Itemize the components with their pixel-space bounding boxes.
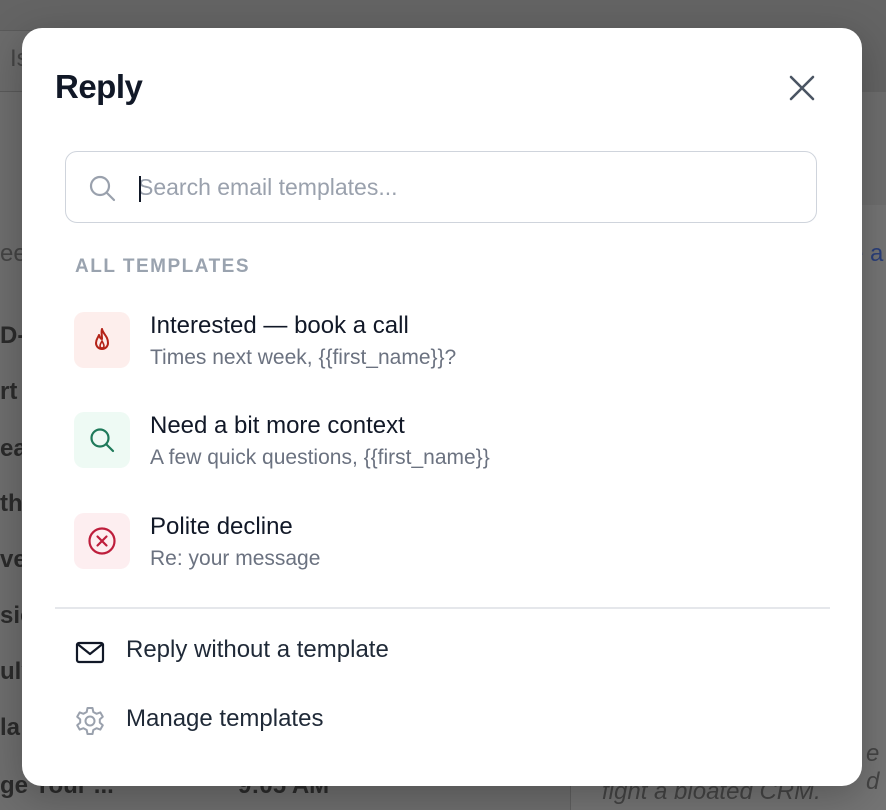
template-title: Interested — book a call — [150, 312, 409, 339]
search-field[interactable] — [65, 151, 817, 223]
modal-title: Reply — [55, 68, 143, 105]
x-circle-icon — [88, 527, 116, 555]
manage-templates-button[interactable]: Manage templates — [62, 695, 822, 747]
template-subtitle: A few quick questions, {{first_name}} — [150, 446, 490, 469]
action-label: Manage templates — [126, 705, 324, 732]
template-icon-container — [74, 513, 130, 569]
reply-modal: Reply ALL TEMPLATES Interested — book a … — [22, 28, 862, 786]
template-icon-container — [74, 312, 130, 368]
text-caret — [139, 176, 141, 202]
gear-icon — [76, 707, 104, 735]
template-item-more-context[interactable]: Need a bit more context A few quick ques… — [62, 404, 822, 484]
search-icon — [90, 428, 115, 453]
close-button[interactable] — [782, 68, 822, 108]
template-item-polite-decline[interactable]: Polite decline Re: your message — [62, 505, 822, 585]
section-label: ALL TEMPLATES — [75, 256, 251, 277]
flame-icon — [95, 328, 109, 350]
search-icon — [89, 175, 116, 202]
template-item-interested[interactable]: Interested — book a call Times next week… — [62, 304, 822, 384]
search-input[interactable] — [138, 166, 798, 208]
template-title: Polite decline — [150, 513, 293, 540]
close-icon — [789, 75, 815, 101]
reply-without-template-button[interactable]: Reply without a template — [62, 626, 822, 678]
template-icon-container — [74, 412, 130, 468]
template-subtitle: Times next week, {{first_name}}? — [150, 346, 457, 369]
action-label: Reply without a template — [126, 636, 389, 663]
mail-icon — [75, 641, 105, 664]
template-subtitle: Re: your message — [150, 547, 321, 570]
template-title: Need a bit more context — [150, 412, 405, 439]
divider — [55, 607, 830, 609]
